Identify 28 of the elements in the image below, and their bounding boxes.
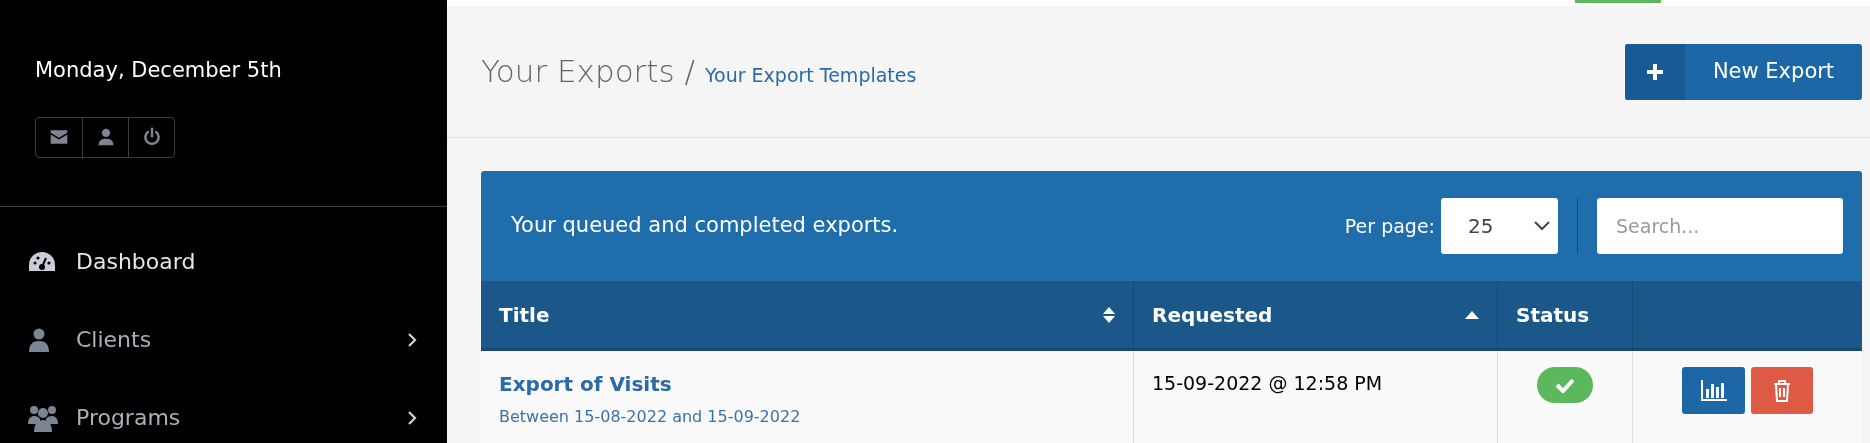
report-button[interactable]	[1682, 367, 1745, 414]
column-header[interactable]: Requested	[1133, 281, 1497, 348]
page-title: Your Exports /	[481, 52, 695, 92]
panel-caption: Your queued and completed exports.	[511, 212, 899, 240]
users-icon	[28, 403, 58, 432]
nav-item[interactable]: Clients	[0, 300, 447, 379]
user-icon	[28, 327, 50, 352]
trash-icon	[1773, 379, 1791, 402]
mail-icon	[48, 127, 70, 147]
gauge-icon	[28, 249, 56, 274]
date-label: Monday, December 5th	[35, 57, 283, 84]
chevron-down-icon	[1534, 221, 1550, 231]
date-range-text: Between 15-08-2022 and 15-09-2022	[499, 406, 802, 428]
check-icon	[1555, 377, 1575, 393]
delete-button[interactable]	[1751, 367, 1813, 414]
new-export-button[interactable]: New Export	[1625, 43, 1862, 100]
templates-link[interactable]: Your Export Templates	[704, 61, 917, 90]
nav-item[interactable]: Dashboard	[0, 222, 447, 301]
requested-cell: 15-09-2022 @ 12:58 PM	[1152, 372, 1383, 394]
per-page-label: Per page:	[1344, 213, 1435, 239]
nav-item[interactable]: Programs	[0, 378, 447, 443]
export-title-link[interactable]: Export of Visits	[499, 369, 1115, 399]
per-page-select[interactable]: 25	[1441, 198, 1558, 254]
search-field[interactable]: Search...	[1597, 198, 1843, 254]
column-header: Status	[1497, 281, 1632, 348]
column-header[interactable]: Title	[481, 281, 1133, 348]
plus-icon	[1645, 61, 1665, 82]
bar-chart-icon	[1699, 379, 1728, 402]
